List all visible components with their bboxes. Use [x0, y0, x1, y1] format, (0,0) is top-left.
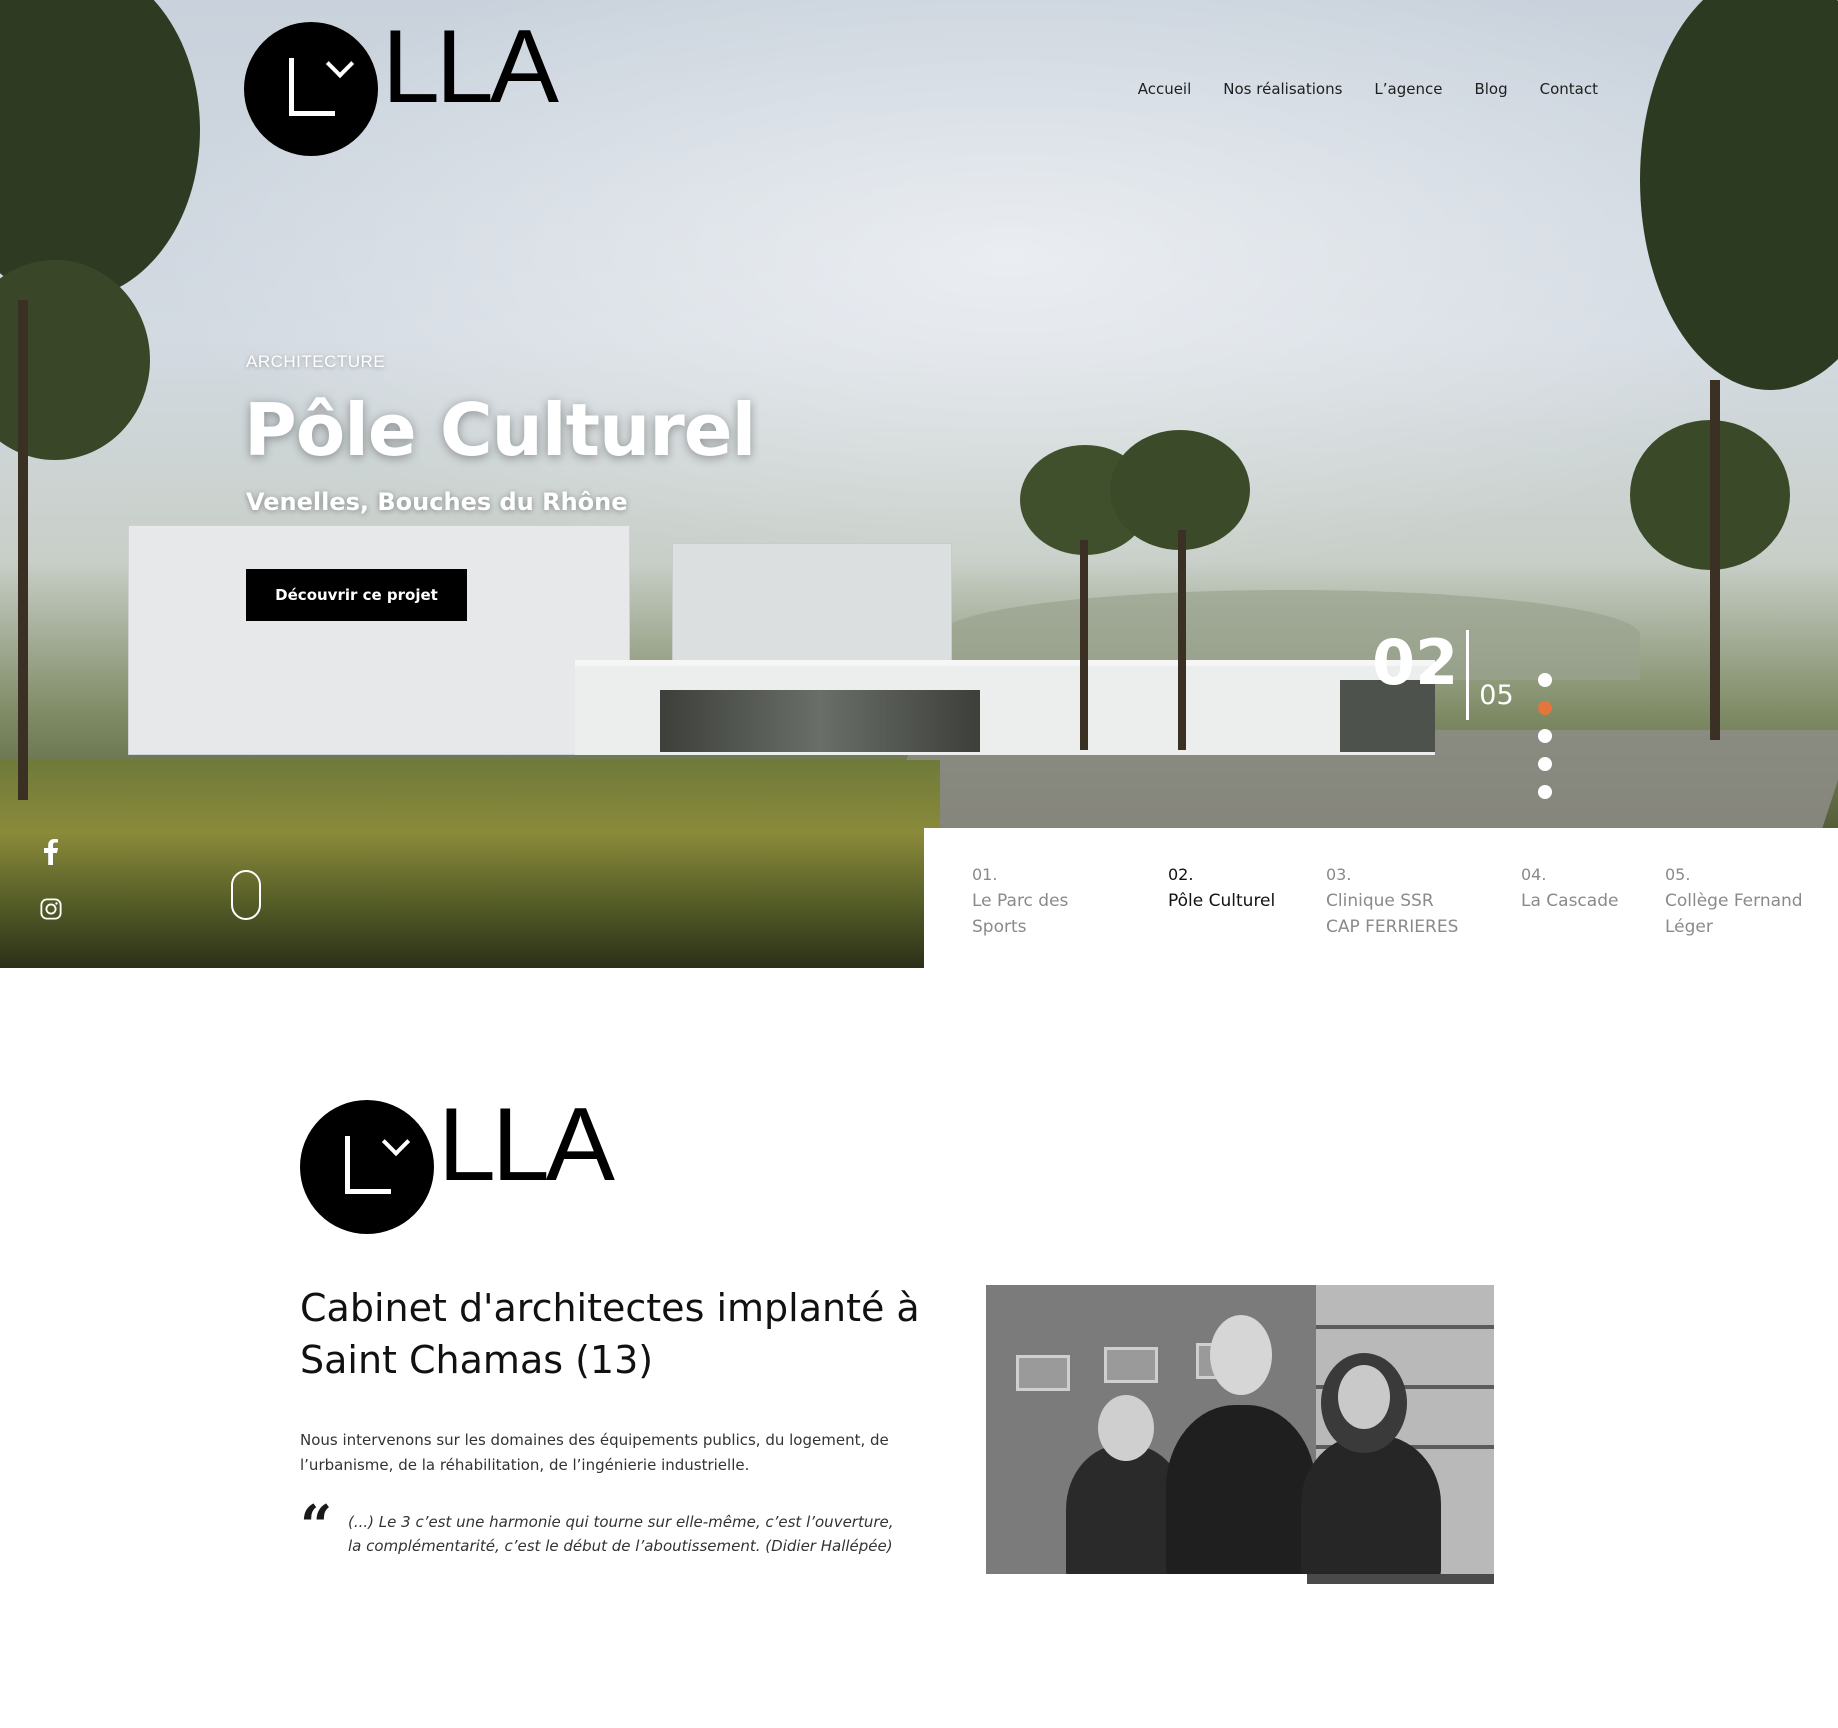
logo-mark-icon — [300, 1100, 434, 1234]
about-quote: (...) Le 3 c’est une harmonie qui tourne… — [348, 1513, 894, 1555]
logo-wordmark: LLA — [382, 9, 559, 125]
scroll-down-icon[interactable] — [231, 870, 261, 920]
hero-subtitle: Venelles, Bouches du Rhône — [246, 488, 628, 516]
building-main-volume — [128, 525, 630, 755]
nav-item-realisations[interactable]: Nos réalisations — [1223, 80, 1342, 98]
team-photo-edge — [1307, 1574, 1494, 1584]
slide-counter-divider — [1466, 630, 1470, 720]
about-logo: LLA — [300, 1087, 615, 1234]
slide-link-5[interactable]: 05. Collège Fernand Léger — [1665, 862, 1803, 940]
slide-link-2[interactable]: 02. Pôle Culturel — [1168, 862, 1275, 914]
slider-dot-4[interactable] — [1538, 757, 1552, 771]
slider-dots — [1538, 673, 1552, 799]
slide-link-1[interactable]: 01. Le Parc des Sports — [972, 862, 1068, 940]
about-description: Nous intervenons sur les domaines des éq… — [300, 1431, 889, 1474]
slide-navigation: 01. Le Parc des Sports 02. Pôle Culturel… — [924, 828, 1838, 968]
slide-link-3[interactable]: 03. Clinique SSR CAP FERRIERES — [1326, 862, 1458, 940]
main-nav: Accueil Nos réalisations L’agence Blog C… — [1138, 80, 1598, 98]
slider-dot-3[interactable] — [1538, 729, 1552, 743]
discover-project-button[interactable]: Découvrir ce projet — [246, 569, 467, 621]
facebook-icon[interactable] — [40, 838, 62, 866]
tree-mid-trunk-2 — [1178, 530, 1186, 750]
slider-dot-1[interactable] — [1538, 673, 1552, 687]
tree-left-trunk — [18, 300, 28, 800]
slide-counter-total: 05 — [1479, 680, 1514, 711]
slider-dot-2[interactable] — [1538, 701, 1552, 715]
building-secondary-volume — [672, 543, 952, 663]
instagram-icon[interactable] — [40, 895, 62, 923]
tree-mid-trunk — [1080, 540, 1088, 750]
logo-mark-icon — [244, 22, 378, 156]
hero-title: Pôle Culturel — [244, 388, 756, 472]
tree-right-trunk — [1710, 380, 1720, 740]
hero-category: ARCHITECTURE — [246, 352, 386, 371]
logo-wordmark: LLA — [438, 1087, 615, 1203]
nav-item-blog[interactable]: Blog — [1474, 80, 1507, 98]
slide-counter: 02 05 — [1372, 630, 1514, 720]
site-logo[interactable]: LLA — [244, 9, 559, 156]
slide-counter-current: 02 — [1372, 626, 1459, 699]
nav-item-contact[interactable]: Contact — [1540, 80, 1598, 98]
slider-dot-5[interactable] — [1538, 785, 1552, 799]
about-title: Cabinet d'architectes implanté à Saint C… — [300, 1286, 920, 1382]
nav-item-agence[interactable]: L’agence — [1374, 80, 1442, 98]
quote-icon: “ — [300, 1493, 333, 1559]
nav-item-accueil[interactable]: Accueil — [1138, 80, 1192, 98]
building-glazing — [660, 690, 980, 752]
team-photo — [986, 1285, 1494, 1574]
hero-slider: LLA Accueil Nos réalisations L’agence Bl… — [0, 0, 1838, 968]
slide-link-4[interactable]: 04. La Cascade — [1521, 862, 1618, 914]
hero-grass — [0, 760, 940, 968]
